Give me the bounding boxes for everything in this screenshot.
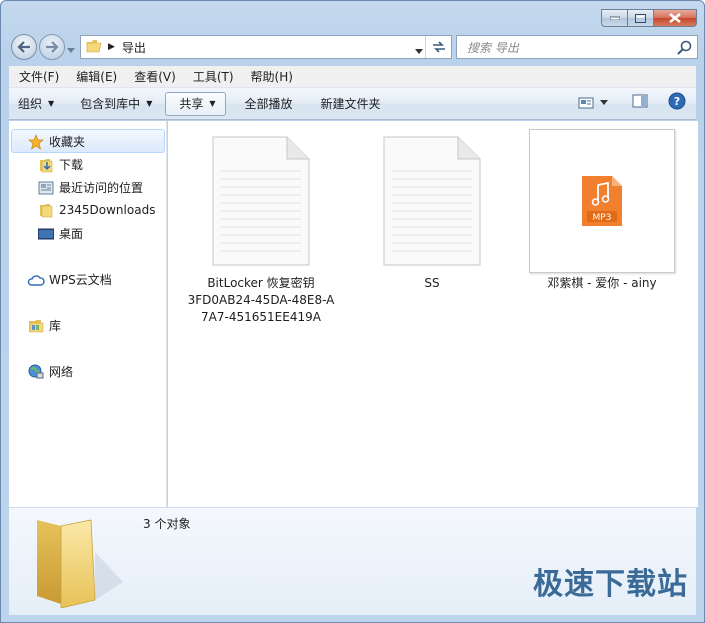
minimize-button[interactable] bbox=[601, 9, 627, 27]
new-folder-label: 新建文件夹 bbox=[320, 97, 381, 111]
new-folder-button[interactable]: 新建文件夹 bbox=[312, 92, 390, 116]
help-icon: ? bbox=[668, 92, 686, 110]
sidebar-label-recent-places: 最近访问的位置 bbox=[59, 181, 144, 195]
refresh-button[interactable] bbox=[425, 36, 451, 58]
view-icon bbox=[578, 97, 594, 108]
text-file-icon bbox=[212, 136, 310, 266]
sidebar-label-2345downloads: 2345Downloads bbox=[59, 203, 156, 217]
address-path[interactable]: 导出 bbox=[122, 39, 146, 56]
large-folder-icon bbox=[37, 519, 123, 608]
change-view-button[interactable] bbox=[578, 96, 608, 110]
forward-button[interactable] bbox=[39, 34, 65, 60]
search-input[interactable]: 搜索 导出 bbox=[467, 39, 519, 56]
file-item-mp3[interactable]: MP3 邓紫棋 - 爱你 - ainy bbox=[524, 129, 680, 292]
folder-icon bbox=[37, 202, 55, 218]
chevron-down-icon: ▼ bbox=[146, 99, 153, 108]
include-library-button[interactable]: 包含到库中 ▼ bbox=[71, 92, 161, 116]
file-view: BitLocker 恢复密钥 3FD0AB24-45DA-48E8-A 7A7-… bbox=[168, 121, 698, 507]
desktop-icon bbox=[37, 226, 55, 242]
network-icon bbox=[27, 364, 45, 380]
file-item-bitlocker[interactable]: BitLocker 恢复密钥 3FD0AB24-45DA-48E8-A 7A7-… bbox=[176, 135, 346, 326]
sidebar-item-downloads[interactable]: 下载 bbox=[37, 156, 83, 173]
chevron-down-icon: ▼ bbox=[209, 99, 216, 108]
sidebar-item-libraries[interactable]: 库 bbox=[27, 317, 61, 334]
sidebar-label-network: 网络 bbox=[49, 365, 74, 379]
preview-pane-button[interactable] bbox=[632, 94, 648, 111]
explorer-window: ▶ 导出 搜索 导出 文件(F) 编辑(E) 查看(V) 工具(T) 帮助(H)… bbox=[0, 0, 705, 623]
menu-tools[interactable]: 工具(T) bbox=[183, 68, 241, 85]
share-button[interactable]: 共享 ▼ bbox=[165, 91, 226, 116]
address-bar[interactable]: ▶ 导出 bbox=[80, 35, 452, 59]
organize-label: 组织 bbox=[18, 97, 43, 111]
mp3-badge: MP3 bbox=[593, 213, 612, 223]
search-icon[interactable] bbox=[677, 40, 692, 58]
file-name: SS bbox=[424, 276, 440, 290]
library-icon bbox=[27, 318, 45, 334]
sidebar-label-favorites: 收藏夹 bbox=[49, 135, 86, 149]
file-item-ss[interactable]: SS bbox=[348, 135, 516, 292]
play-all-button[interactable]: 全部播放 bbox=[236, 92, 302, 116]
menu-help[interactable]: 帮助(H) bbox=[241, 68, 300, 85]
navigation-bar: ▶ 导出 搜索 导出 bbox=[9, 34, 698, 60]
command-bar: 组织 ▼ 包含到库中 ▼ 共享 ▼ 全部播放 新建文件夹 ? bbox=[9, 88, 696, 120]
chevron-down-icon: ▼ bbox=[48, 99, 55, 108]
sidebar-item-wps-cloud[interactable]: WPS云文档 bbox=[27, 271, 112, 288]
view-controls: ? bbox=[578, 92, 686, 113]
play-all-label: 全部播放 bbox=[244, 97, 293, 111]
watermark: 极速下载站 bbox=[533, 567, 688, 602]
help-button[interactable]: ? bbox=[668, 92, 686, 113]
breadcrumb-arrow-icon[interactable]: ▶ bbox=[108, 42, 115, 52]
preview-pane-icon bbox=[632, 94, 648, 108]
close-button[interactable] bbox=[653, 9, 697, 27]
organize-button[interactable]: 组织 ▼ bbox=[9, 92, 63, 116]
refresh-icon bbox=[432, 41, 445, 53]
star-icon bbox=[27, 133, 45, 150]
cloud-icon bbox=[27, 272, 45, 288]
sidebar-label-downloads: 下载 bbox=[59, 158, 84, 172]
search-box[interactable]: 搜索 导出 bbox=[456, 35, 698, 59]
sidebar-label-desktop: 桌面 bbox=[59, 227, 84, 241]
item-count: 3 个对象 bbox=[143, 517, 191, 531]
address-dropdown-icon[interactable] bbox=[415, 44, 423, 58]
sidebar-item-network[interactable]: 网络 bbox=[27, 363, 73, 380]
sidebar-item-favorites[interactable]: 收藏夹 bbox=[27, 133, 85, 150]
menu-bar: 文件(F) 编辑(E) 查看(V) 工具(T) 帮助(H) bbox=[9, 66, 696, 88]
menu-view[interactable]: 查看(V) bbox=[124, 68, 183, 85]
svg-text:?: ? bbox=[674, 95, 680, 108]
mp3-file-icon: MP3 bbox=[582, 176, 622, 226]
details-pane: 3 个对象 极速下载站 bbox=[9, 507, 696, 615]
folder-icon bbox=[86, 39, 102, 56]
sidebar-item-desktop[interactable]: 桌面 bbox=[37, 225, 83, 242]
file-name: 邓紫棋 - 爱你 - ainy bbox=[547, 276, 657, 290]
downloads-folder-icon bbox=[37, 157, 55, 173]
sidebar-item-recent-places[interactable]: 最近访问的位置 bbox=[37, 179, 143, 196]
sidebar-item-2345downloads[interactable]: 2345Downloads bbox=[37, 202, 155, 218]
recent-places-icon bbox=[37, 180, 55, 196]
text-file-icon bbox=[383, 136, 481, 266]
chevron-down-icon bbox=[600, 99, 608, 105]
sidebar-label-wps-cloud: WPS云文档 bbox=[49, 273, 112, 287]
recent-pages-dropdown[interactable] bbox=[67, 43, 75, 57]
share-label: 共享 bbox=[179, 97, 204, 111]
sidebar-label-libraries: 库 bbox=[49, 319, 62, 333]
file-name: BitLocker 恢复密钥 3FD0AB24-45DA-48E8-A 7A7-… bbox=[187, 276, 335, 324]
back-button[interactable] bbox=[11, 34, 37, 60]
caption-buttons bbox=[601, 9, 697, 27]
maximize-button[interactable] bbox=[627, 9, 653, 27]
navigation-pane: 收藏夹 下载 最近访问的位置 2345Downloads 桌面 WPS云文档 库… bbox=[9, 121, 167, 507]
menu-edit[interactable]: 编辑(E) bbox=[66, 68, 124, 85]
menu-file[interactable]: 文件(F) bbox=[9, 68, 66, 85]
include-library-label: 包含到库中 bbox=[80, 97, 141, 111]
